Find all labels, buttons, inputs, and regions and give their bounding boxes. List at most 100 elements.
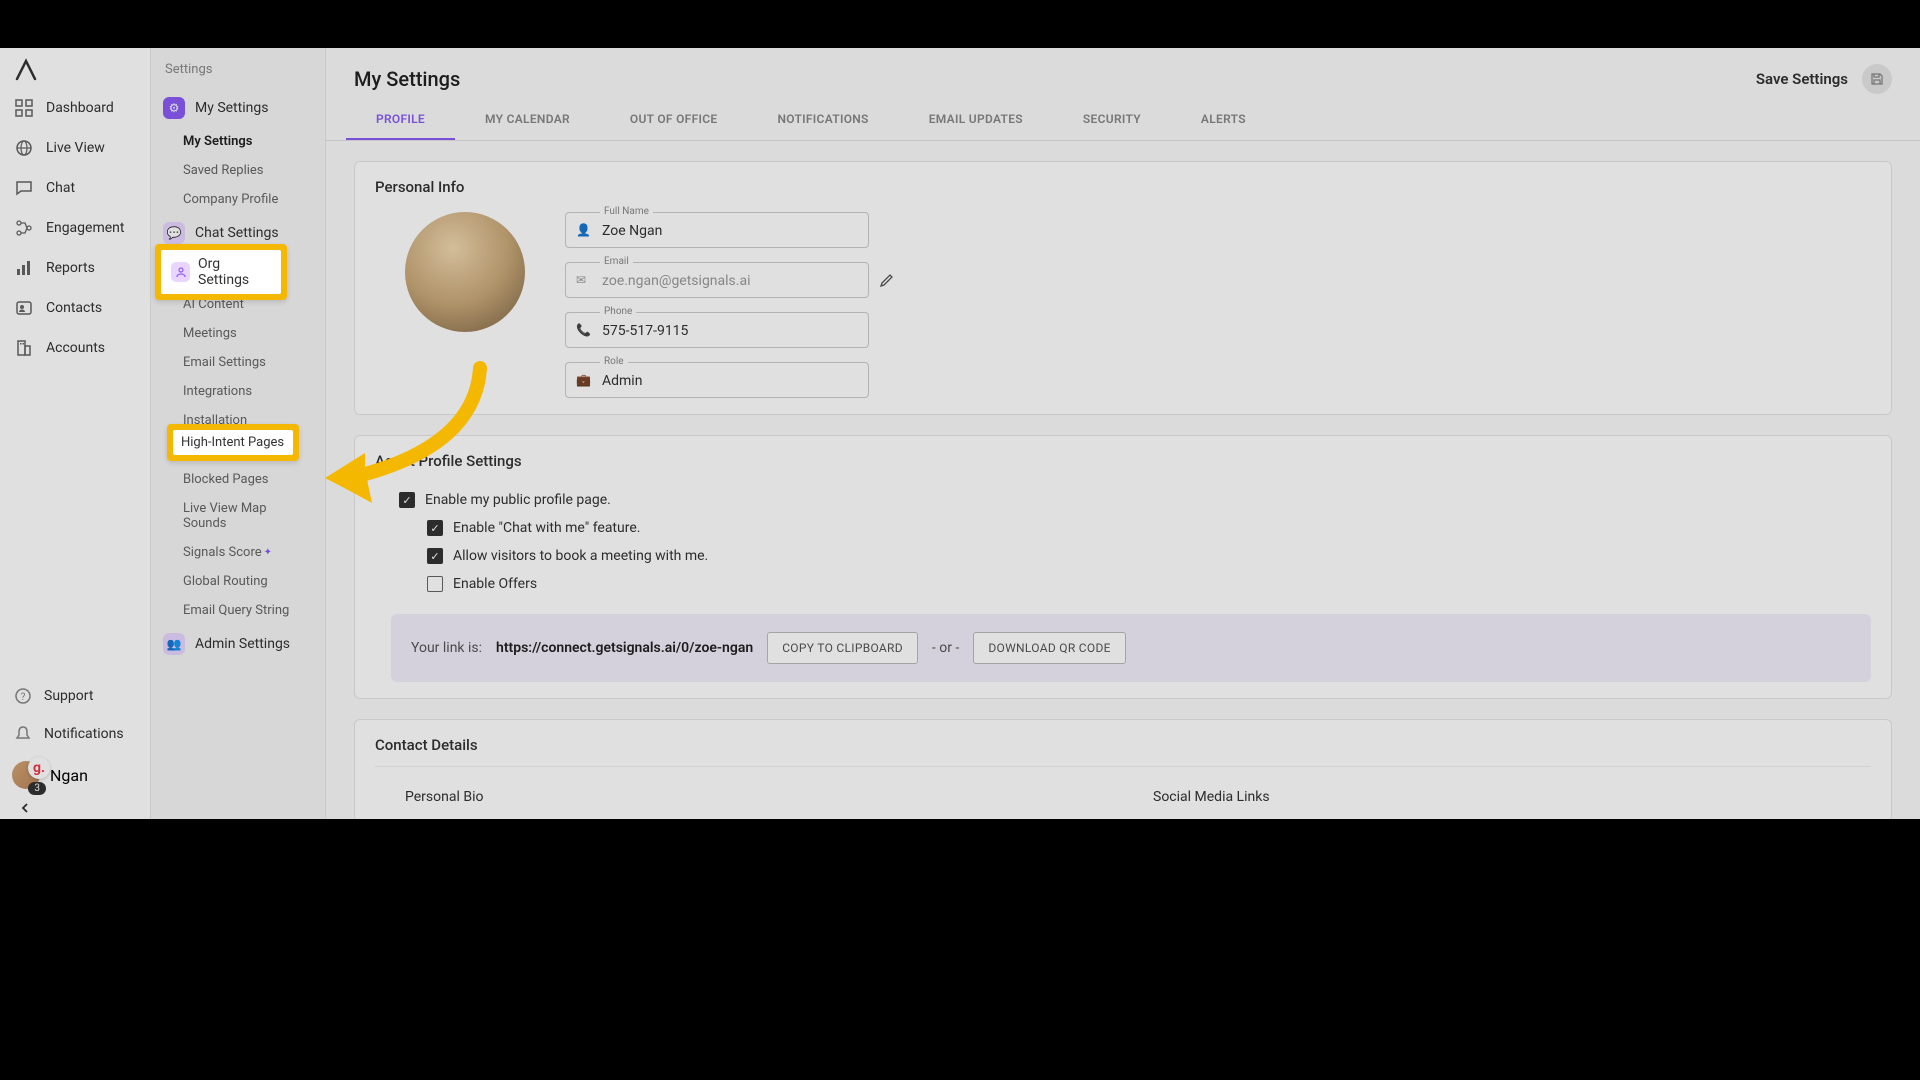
settings-item-blocked-pages[interactable]: Blocked Pages bbox=[151, 465, 325, 494]
checkbox-icon: ✓ bbox=[427, 548, 443, 564]
profile-link-url: https://connect.getsignals.ai/0/zoe-ngan bbox=[496, 640, 753, 656]
nav-chat[interactable]: Chat bbox=[0, 168, 150, 208]
checkbox-enable-offers[interactable]: Enable Offers bbox=[375, 570, 1871, 598]
nav-reports[interactable]: Reports bbox=[0, 248, 150, 288]
gear-icon: ⚙ bbox=[163, 97, 185, 119]
settings-group-admin[interactable]: 👥 Admin Settings bbox=[151, 625, 325, 663]
or-separator: - or - bbox=[932, 640, 959, 656]
contact-icon bbox=[14, 298, 34, 318]
nav-label: Chat bbox=[46, 180, 75, 196]
save-icon bbox=[1870, 72, 1884, 86]
branch-icon bbox=[14, 218, 34, 238]
field-value: Admin bbox=[602, 373, 642, 389]
field-label: Phone bbox=[600, 306, 636, 317]
contact-details-card: Contact Details Personal Bio Social Medi… bbox=[354, 719, 1892, 819]
nav-label: Engagement bbox=[46, 220, 124, 236]
save-button[interactable] bbox=[1862, 64, 1892, 94]
personal-info-card: Personal Info 👤 Full Name Zoe Ngan ✉ bbox=[354, 161, 1892, 415]
grid-icon bbox=[14, 98, 34, 118]
nav-engagement[interactable]: Engagement bbox=[0, 208, 150, 248]
label: Org Settings bbox=[198, 256, 271, 288]
group-label: Admin Settings bbox=[195, 636, 290, 652]
settings-item-my-settings[interactable]: My Settings bbox=[151, 127, 325, 156]
highlight-high-intent: High-Intent Pages bbox=[167, 424, 299, 461]
nav-live-view[interactable]: Live View bbox=[0, 128, 150, 168]
nav-label: Dashboard bbox=[46, 100, 114, 116]
bell-icon bbox=[14, 725, 32, 743]
pencil-icon bbox=[879, 272, 895, 288]
settings-item-live-view-sounds[interactable]: Live View Map Sounds bbox=[151, 494, 325, 538]
checkbox-label: Enable Offers bbox=[453, 576, 537, 592]
settings-tabs: PROFILE MY CALENDAR OUT OF OFFICE NOTIFI… bbox=[326, 100, 1920, 141]
tab-email-updates[interactable]: EMAIL UPDATES bbox=[899, 100, 1053, 140]
copy-clipboard-button[interactable]: COPY TO CLIPBOARD bbox=[767, 632, 918, 664]
personal-bio-heading: Personal Bio bbox=[405, 783, 1093, 805]
field-value: 575-517-9115 bbox=[602, 323, 688, 339]
svg-text:?: ? bbox=[21, 692, 26, 703]
notification-count-badge: 3 bbox=[28, 782, 46, 795]
settings-item-email-settings[interactable]: Email Settings bbox=[151, 348, 325, 377]
checkbox-allow-book[interactable]: ✓ Allow visitors to book a meeting with … bbox=[375, 542, 1871, 570]
checkbox-label: Enable "Chat with me" feature. bbox=[453, 520, 640, 536]
download-qr-button[interactable]: DOWNLOAD QR CODE bbox=[973, 632, 1125, 664]
org-icon bbox=[171, 262, 190, 282]
field-value: zoe.ngan@getsignals.ai bbox=[602, 273, 751, 289]
checkbox-icon: ✓ bbox=[427, 520, 443, 536]
email-field: ✉ Email zoe.ngan@getsignals.ai bbox=[565, 262, 869, 298]
collapse-nav-button[interactable] bbox=[0, 797, 150, 819]
settings-group-my-settings[interactable]: ⚙ My Settings bbox=[151, 89, 325, 127]
building-icon bbox=[14, 338, 34, 358]
settings-item-integrations[interactable]: Integrations bbox=[151, 377, 325, 406]
role-field[interactable]: 💼 Role Admin bbox=[565, 362, 869, 398]
tab-profile[interactable]: PROFILE bbox=[346, 100, 455, 140]
highlight-org-settings: Org Settings bbox=[155, 244, 287, 300]
new-badge-icon: ✦ bbox=[264, 547, 272, 558]
breadcrumb: Settings bbox=[151, 62, 325, 89]
field-value: Zoe Ngan bbox=[602, 223, 662, 239]
field-label: Email bbox=[600, 256, 633, 267]
settings-group-org[interactable]: Org Settings bbox=[161, 250, 281, 294]
envelope-icon: ✉ bbox=[576, 273, 590, 287]
settings-item-high-intent[interactable]: High-Intent Pages bbox=[173, 430, 293, 455]
primary-nav: Dashboard Live View Chat Engagement Repo… bbox=[0, 48, 151, 819]
nav-dashboard[interactable]: Dashboard bbox=[0, 88, 150, 128]
checkbox-enable-chat[interactable]: ✓ Enable "Chat with me" feature. bbox=[375, 514, 1871, 542]
nav-label: Live View bbox=[46, 140, 105, 156]
page-title: My Settings bbox=[354, 67, 460, 91]
settings-item-global-routing[interactable]: Global Routing bbox=[151, 567, 325, 596]
nav-notifications[interactable]: Notifications bbox=[0, 715, 150, 753]
briefcase-icon: 💼 bbox=[576, 373, 590, 387]
checkbox-icon: ✓ bbox=[399, 492, 415, 508]
nav-accounts[interactable]: Accounts bbox=[0, 328, 150, 368]
person-icon: 👤 bbox=[576, 223, 590, 237]
nav-support[interactable]: ? Support bbox=[0, 677, 150, 715]
settings-item-meetings[interactable]: Meetings bbox=[151, 319, 325, 348]
chat-icon bbox=[14, 178, 34, 198]
settings-item-email-query[interactable]: Email Query String bbox=[151, 596, 325, 625]
card-heading: Contact Details bbox=[375, 736, 1871, 767]
avatar: g. 3 bbox=[12, 761, 40, 789]
full-name-field[interactable]: 👤 Full Name Zoe Ngan bbox=[565, 212, 869, 248]
save-settings-label: Save Settings bbox=[1756, 70, 1848, 88]
tab-my-calendar[interactable]: MY CALENDAR bbox=[455, 100, 600, 140]
logo bbox=[14, 58, 38, 82]
card-heading: Agent Profile Settings bbox=[375, 452, 1871, 470]
profile-avatar[interactable] bbox=[405, 212, 525, 332]
tab-notifications[interactable]: NOTIFICATIONS bbox=[747, 100, 898, 140]
phone-field[interactable]: 📞 Phone 575-517-9115 bbox=[565, 312, 869, 348]
tab-out-of-office[interactable]: OUT OF OFFICE bbox=[600, 100, 748, 140]
settings-item-signals-score[interactable]: Signals Score✦ bbox=[151, 538, 325, 567]
main-content: My Settings Save Settings PROFILE MY CAL… bbox=[326, 48, 1920, 819]
checkbox-enable-public[interactable]: ✓ Enable my public profile page. bbox=[375, 486, 1871, 514]
admin-icon: 👥 bbox=[163, 633, 185, 655]
edit-email-button[interactable] bbox=[879, 272, 895, 288]
g-badge: g. bbox=[28, 757, 50, 779]
nav-contacts[interactable]: Contacts bbox=[0, 288, 150, 328]
checkbox-icon bbox=[427, 576, 443, 592]
tab-security[interactable]: SECURITY bbox=[1053, 100, 1171, 140]
tab-alerts[interactable]: ALERTS bbox=[1171, 100, 1276, 140]
user-block[interactable]: g. 3 Ngan bbox=[0, 753, 150, 797]
label: High-Intent Pages bbox=[181, 435, 284, 450]
settings-item-company-profile[interactable]: Company Profile bbox=[151, 185, 325, 214]
settings-item-saved-replies[interactable]: Saved Replies bbox=[151, 156, 325, 185]
